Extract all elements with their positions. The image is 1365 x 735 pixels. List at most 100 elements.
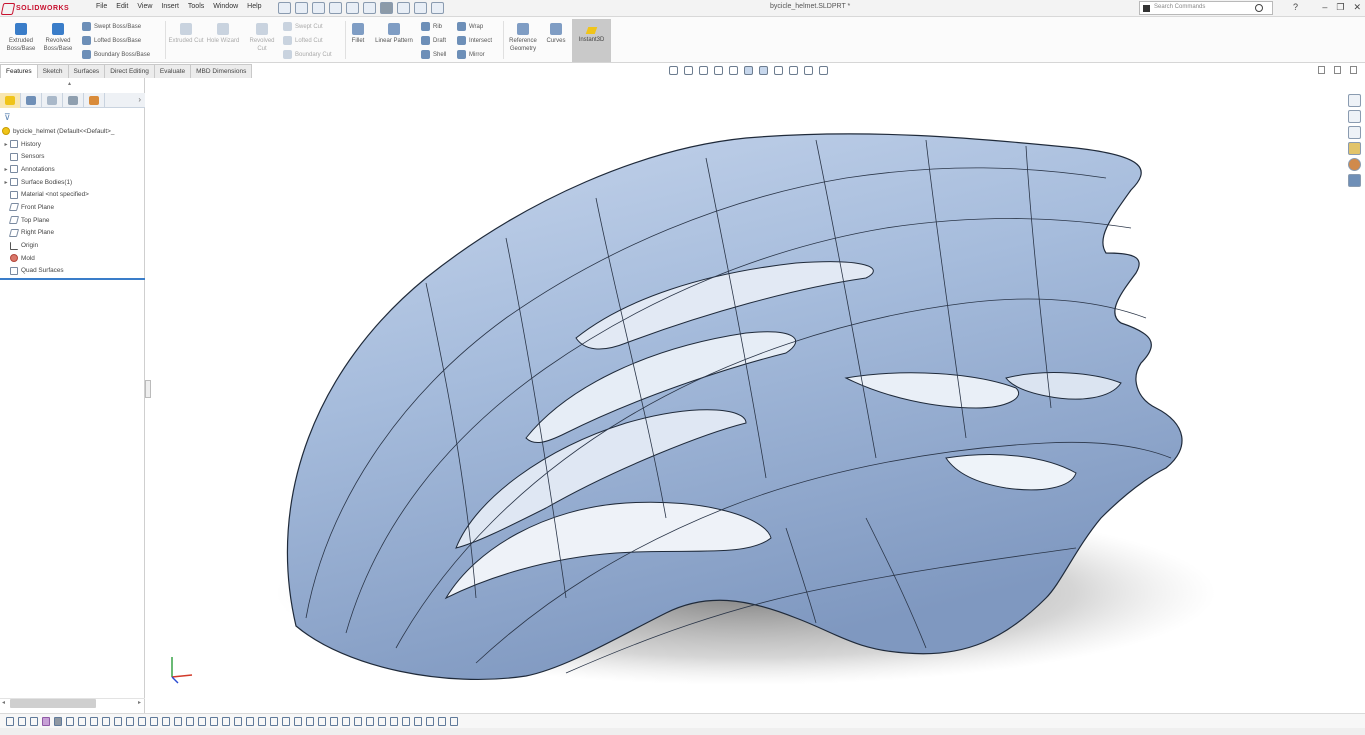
scrollbar-thumb[interactable] (10, 699, 96, 708)
tree-item-quad-surfaces[interactable]: Quad Surfaces (2, 265, 142, 278)
sketch-tool-icon[interactable] (66, 717, 74, 726)
zoom-to-area-icon[interactable] (684, 66, 693, 75)
edit-appearance-icon[interactable] (789, 66, 798, 75)
sketch-tool-icon[interactable] (114, 717, 122, 726)
design-library-icon[interactable] (1348, 110, 1361, 123)
wrap-button[interactable]: Wrap (457, 22, 483, 31)
helmet-model[interactable] (276, 133, 1216, 685)
open-icon[interactable] (312, 2, 325, 14)
display-style-icon[interactable] (759, 66, 768, 75)
sketch-tool-icon[interactable] (126, 717, 134, 726)
tab-featuremanager[interactable] (0, 93, 21, 108)
sketch-tool-icon[interactable] (6, 717, 14, 726)
revolved-boss-button[interactable]: Revolved Boss/Base (40, 23, 76, 53)
sketch-tool-icon[interactable] (78, 717, 86, 726)
sketch-tool-icon[interactable] (366, 717, 374, 726)
help-icon[interactable]: ? (1293, 2, 1298, 12)
sketch-tool-icon[interactable] (150, 717, 158, 726)
sketch-tool-icon[interactable] (354, 717, 362, 726)
rebuild-icon[interactable] (397, 2, 410, 14)
zoom-to-fit-icon[interactable] (669, 66, 678, 75)
swept-boss-button[interactable]: Swept Boss/Base (82, 22, 141, 31)
options-icon[interactable] (431, 2, 444, 14)
sketch-tool-icon[interactable] (174, 717, 182, 726)
tab-features[interactable]: Features (0, 64, 38, 78)
sketch-tool-icon[interactable] (18, 717, 26, 726)
sketch-tool-icon[interactable] (210, 717, 218, 726)
boundary-boss-button[interactable]: Boundary Boss/Base (82, 50, 150, 59)
custom-properties-icon[interactable] (1348, 174, 1361, 187)
sketch-tool-icon[interactable] (102, 717, 110, 726)
solidworks-logo[interactable]: SOLIDWORKS (0, 1, 82, 16)
tab-direct-editing[interactable]: Direct Editing (104, 64, 155, 78)
restore-button[interactable]: ❐ (1336, 2, 1344, 13)
previous-view-icon[interactable] (699, 66, 708, 75)
tree-item-surface-bodies[interactable]: ▸ Surface Bodies(1) (2, 176, 142, 189)
menu-help[interactable]: Help (247, 3, 261, 10)
view-settings-icon[interactable] (819, 66, 828, 75)
sketch-tool-icon[interactable] (90, 717, 98, 726)
tree-item-sensors[interactable]: Sensors (2, 150, 142, 163)
fillet-button[interactable]: Fillet (348, 23, 368, 45)
menu-edit[interactable]: Edit (116, 3, 128, 10)
3d-sketch-icon[interactable] (42, 717, 50, 726)
boundary-cut-button[interactable]: Boundary Cut (283, 50, 332, 59)
tree-item-front-plane[interactable]: Front Plane (2, 201, 142, 214)
instant3d-button[interactable]: Instant3D (572, 19, 611, 62)
scroll-right-icon[interactable]: ▸ (138, 699, 141, 706)
sketch-tool-icon[interactable] (450, 717, 458, 726)
mirror-button[interactable]: Mirror (457, 50, 485, 59)
sketch-tool-icon[interactable] (234, 717, 242, 726)
minimize-button[interactable]: – (1322, 2, 1327, 13)
sketch-tool-icon[interactable] (402, 717, 410, 726)
expand-icon[interactable]: ▸ (2, 141, 10, 148)
sketch-tool-icon[interactable] (246, 717, 254, 726)
tab-dimxpertmanager[interactable] (63, 93, 84, 108)
file-explorer-icon[interactable] (1348, 126, 1361, 139)
lofted-cut-button[interactable]: Lofted Cut (283, 36, 323, 45)
sketch-tool-icon[interactable] (414, 717, 422, 726)
dynamic-annotation-icon[interactable] (729, 66, 738, 75)
save-icon[interactable] (329, 2, 342, 14)
tree-item-right-plane[interactable]: Right Plane (2, 227, 142, 240)
sketch-tool-icon[interactable] (438, 717, 446, 726)
graphics-area[interactable] (146, 78, 1346, 713)
tree-item-top-plane[interactable]: Top Plane (2, 214, 142, 227)
extruded-boss-button[interactable]: Extruded Boss/Base (3, 23, 39, 53)
sketch-tool-icon[interactable] (222, 717, 230, 726)
doc-close-icon[interactable] (1350, 66, 1357, 74)
search-input[interactable]: Search Commands (1139, 1, 1273, 15)
sketch-tool-icon[interactable] (330, 717, 338, 726)
sketch-tool-icon[interactable] (282, 717, 290, 726)
section-view-icon[interactable] (714, 66, 723, 75)
menu-view[interactable]: View (137, 3, 152, 10)
panel-expand-icon[interactable]: › (138, 95, 141, 104)
doc-minimize-icon[interactable] (1318, 66, 1325, 74)
scroll-left-icon[interactable]: ◂ (2, 699, 5, 706)
sketch-tool-icon[interactable] (138, 717, 146, 726)
rib-button[interactable]: Rib (421, 22, 442, 31)
sketch-tool-icon[interactable] (198, 717, 206, 726)
sketch-tool-icon[interactable] (342, 717, 350, 726)
tree-item-mold[interactable]: Mold (2, 252, 142, 265)
sketch-tool-icon[interactable] (162, 717, 170, 726)
menu-insert[interactable]: Insert (161, 3, 179, 10)
draft-button[interactable]: Draft (421, 36, 446, 45)
selection-tool-icon[interactable] (54, 717, 62, 726)
tab-configurationmanager[interactable] (42, 93, 63, 108)
solidworks-resources-icon[interactable] (1348, 94, 1361, 107)
hide-show-items-icon[interactable] (774, 66, 783, 75)
curves-button[interactable]: Curves (542, 23, 570, 45)
pin-icon[interactable] (278, 2, 291, 14)
appearances-icon[interactable] (1348, 158, 1361, 171)
doc-restore-icon[interactable] (1334, 66, 1341, 74)
tree-item-annotations[interactable]: ▸ Annotations (2, 163, 142, 176)
filter-icon[interactable]: ⊽ (4, 112, 11, 123)
sketch-tool-icon[interactable] (258, 717, 266, 726)
apply-scene-icon[interactable] (804, 66, 813, 75)
menu-window[interactable]: Window (213, 3, 238, 10)
file-properties-icon[interactable] (414, 2, 427, 14)
print-icon[interactable] (346, 2, 359, 14)
intersect-button[interactable]: Intersect (457, 36, 492, 45)
search-scope-icon[interactable] (1143, 5, 1150, 12)
